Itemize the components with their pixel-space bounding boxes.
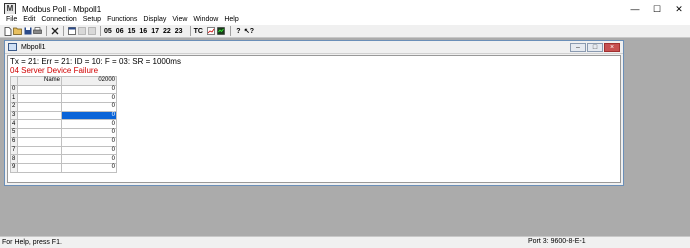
table-row: 3 0 [10,110,117,121]
window-icon[interactable] [67,26,76,36]
chart-icon[interactable] [207,26,216,36]
child-caption-buttons: – □ × [569,43,620,52]
window-title: Modbus Poll - Mbpoll1 [22,4,102,14]
address-column-header[interactable]: 02000 [61,76,117,86]
toolbar-separator [46,26,47,36]
name-cell[interactable] [17,162,62,173]
name-cell[interactable] [17,136,62,147]
toolbar-separator [100,26,101,36]
menu-window[interactable]: Window [190,16,221,23]
name-cell[interactable] [17,93,62,104]
value-cell[interactable]: 0 [61,162,117,173]
table-row: 9 0 [10,162,117,173]
new-icon[interactable] [3,26,12,36]
row-index: 0 [10,84,18,95]
child-window-title: Mbpoll1 [21,43,46,51]
fc-16-button[interactable]: 16 [139,28,147,35]
table-row: 0 0 [10,84,117,95]
row-index: 9 [10,162,18,173]
menu-setup[interactable]: Setup [80,16,104,23]
grid-header-row: Name 02000 [10,76,117,86]
value-cell[interactable]: 0 [61,93,117,104]
fc-06-button[interactable]: 06 [116,28,124,35]
document-icon [8,43,17,51]
name-cell[interactable] [17,102,62,112]
value-cell-selected[interactable]: 0 [61,110,117,121]
mbpoll-window: Mbpoll1 – □ × Tx = 21: Err = 21: ID = 10… [4,40,624,186]
poll-status-line: Tx = 21: Err = 21: ID = 10: F = 03: SR =… [10,57,181,66]
fc-23-button[interactable]: 23 [175,28,183,35]
open-icon[interactable] [13,26,22,36]
name-cell[interactable] [17,154,62,164]
value-cell[interactable]: 0 [61,128,117,138]
save-icon[interactable] [23,26,32,36]
fc-05-button[interactable]: 05 [104,28,112,35]
monitor-icon[interactable] [217,26,226,36]
value-cell[interactable]: 0 [61,154,117,164]
toolbar-separator [229,26,231,36]
error-message: 04 Server Device Failure [10,66,99,75]
table-row: 7 0 [10,145,117,156]
table-row: 1 0 [10,93,117,104]
context-help-icon[interactable]: ↖? [244,26,254,36]
menu-functions[interactable]: Functions [104,16,140,23]
row-index: 2 [10,102,18,112]
value-cell[interactable]: 0 [61,136,117,147]
row-index: 1 [10,93,18,104]
toolbar-separator [63,26,64,36]
name-cell[interactable] [17,119,62,130]
name-cell[interactable] [17,84,62,95]
status-bar: For Help, press F1. Port 3: 9600-8-E-1 [0,236,690,248]
child-maximize-icon[interactable]: □ [587,43,603,52]
register-grid: Name 02000 0 0 1 0 2 0 3 0 4 0 5 0 6 0 7… [10,76,117,173]
help-icon[interactable]: ? [234,26,243,36]
fc-15-button[interactable]: 15 [128,28,136,35]
name-cell[interactable] [17,110,62,121]
name-column-header[interactable]: Name [17,76,62,86]
tc-button[interactable]: TC [194,28,203,35]
row-index: 4 [10,119,18,130]
value-cell[interactable]: 0 [61,84,117,95]
connect-icon[interactable] [77,26,86,36]
row-index: 7 [10,145,18,156]
toolbar: 05 06 15 16 17 22 23 TC ? ↖? [0,25,690,38]
value-cell[interactable]: 0 [61,145,117,156]
menu-view[interactable]: View [169,16,190,23]
table-row: 5 0 [10,128,117,138]
child-minimize-icon[interactable]: – [570,43,586,52]
menu-edit[interactable]: Edit [20,16,38,23]
delete-icon[interactable] [50,26,59,36]
fc-22-button[interactable]: 22 [163,28,171,35]
fc-17-button[interactable]: 17 [151,28,159,35]
menu-help[interactable]: Help [221,16,241,23]
table-row: 4 0 [10,119,117,130]
grid-corner [10,76,18,86]
menu-display[interactable]: Display [140,16,169,23]
menu-connection[interactable]: Connection [38,16,79,23]
child-content: Tx = 21: Err = 21: ID = 10: F = 03: SR =… [7,55,621,183]
toolbar-separator [189,26,191,36]
help-hint-text: For Help, press F1. [2,239,62,246]
table-row: 2 0 [10,102,117,112]
name-cell[interactable] [17,145,62,156]
port-settings-text: Port 3: 9600-8-E-1 [528,238,586,245]
row-index: 8 [10,154,18,164]
table-row: 8 0 [10,154,117,164]
row-index: 5 [10,128,18,138]
print-icon[interactable] [33,26,42,36]
menu-file[interactable]: File [3,16,20,23]
value-cell[interactable]: 0 [61,119,117,130]
row-index: 6 [10,136,18,147]
table-row: 6 0 [10,136,117,147]
child-close-icon[interactable]: × [604,43,620,52]
menu-bar: File Edit Connection Setup Functions Dis… [0,14,690,25]
disconnect-icon[interactable] [87,26,96,36]
value-cell[interactable]: 0 [61,102,117,112]
name-cell[interactable] [17,128,62,138]
row-index: 3 [10,110,18,121]
child-title-bar[interactable]: Mbpoll1 – □ × [5,41,623,54]
